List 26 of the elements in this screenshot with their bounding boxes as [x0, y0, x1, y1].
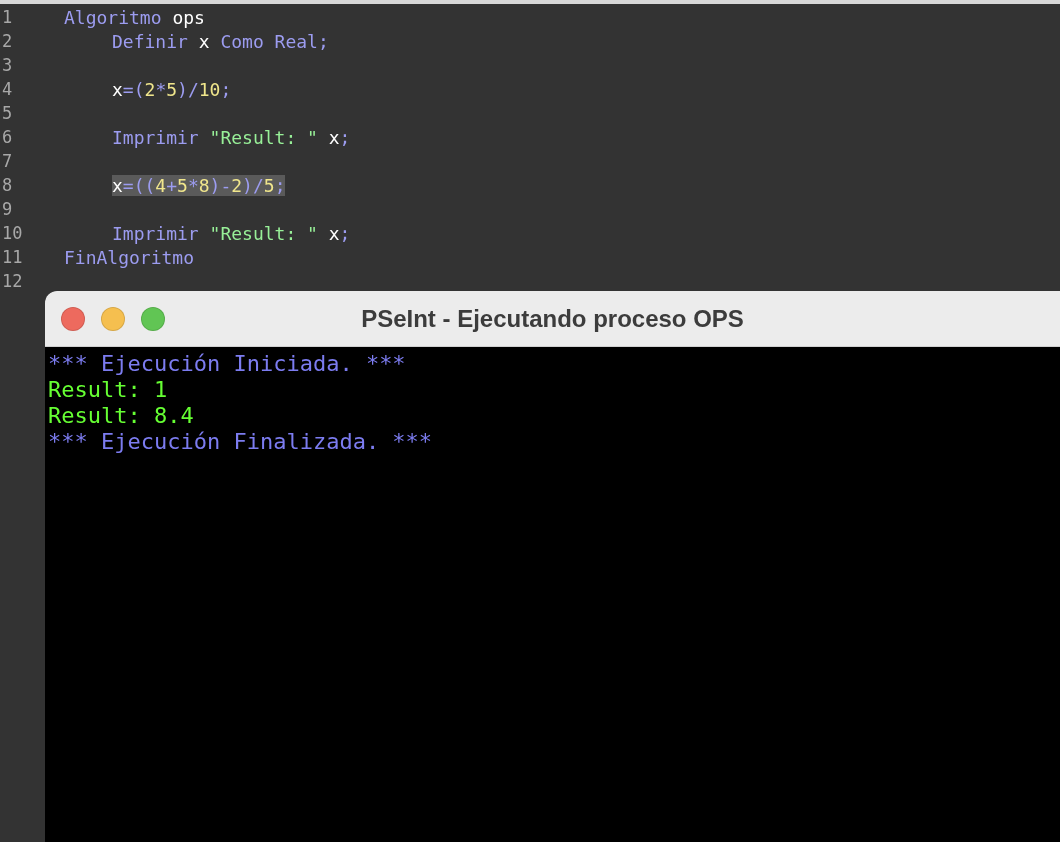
line-number: 9: [1, 199, 14, 219]
close-button[interactable]: [61, 306, 85, 331]
line-number: 5: [1, 103, 14, 123]
line-number: 12: [1, 271, 24, 291]
code-line: Algoritmo ops: [64, 6, 205, 28]
line-number: 11: [1, 247, 24, 267]
code-line: Definir x Como Real;: [112, 30, 329, 52]
minimize-button[interactable]: [101, 306, 125, 331]
window-title: PSeInt - Ejecutando proceso OPS: [360, 304, 745, 333]
line-number: 4: [1, 79, 14, 99]
line-number: 1: [1, 7, 14, 27]
code-line: x=(2*5)/10;: [112, 78, 232, 100]
line-number: 7: [1, 151, 14, 171]
line-number: 3: [1, 55, 14, 75]
line-number: 10: [1, 223, 24, 243]
code-line: FinAlgoritmo: [64, 246, 195, 268]
console-line: Result: 1: [48, 377, 169, 403]
console-line: Result: 8.4: [48, 403, 195, 429]
code-line: Imprimir "Result: " x;: [112, 222, 351, 244]
maximize-button[interactable]: [141, 306, 165, 331]
console-line: *** Ejecución Iniciada. ***: [48, 351, 407, 377]
line-number: 6: [1, 127, 14, 147]
console-line: *** Ejecución Finalizada. ***: [48, 429, 434, 455]
line-number: 2: [1, 31, 14, 51]
code-line: Imprimir "Result: " x;: [112, 126, 351, 148]
line-number: 8: [1, 175, 14, 195]
